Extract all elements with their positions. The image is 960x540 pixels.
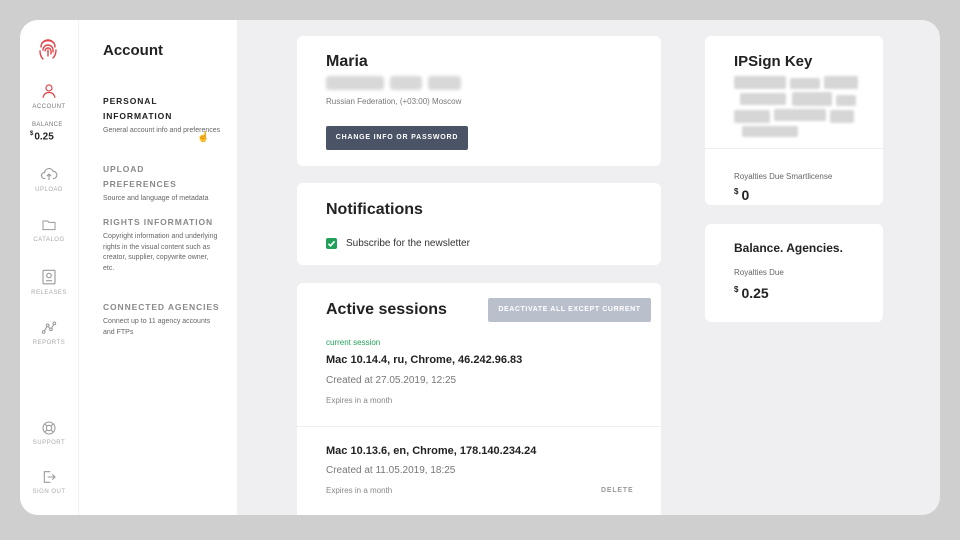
session-title: Mac 10.14.4, ru, Chrome, 46.242.96.83 xyxy=(326,354,523,366)
session-expires: Expires in a month xyxy=(326,396,393,405)
section-connected-agencies[interactable]: CONNECTED AGENCIES Connect up to 11 agen… xyxy=(103,300,221,338)
page-title: Account xyxy=(103,42,163,59)
nav-reports[interactable]: REPORTS xyxy=(20,320,78,346)
royalties-smartlicense-value: $0 xyxy=(734,187,750,203)
icon-rail: ACCOUNT BALANCE $0.25 UPLOAD CATALOG REL… xyxy=(20,20,78,515)
app-window: ACCOUNT BALANCE $0.25 UPLOAD CATALOG REL… xyxy=(20,20,940,515)
balance-agencies-card: Balance. Agencies. Royalties Due $0.25 xyxy=(705,224,883,322)
section-rights-information[interactable]: RIGHTS INFORMATION Copyright information… xyxy=(103,215,221,274)
check-icon xyxy=(327,240,336,247)
section-title: CONNECTED AGENCIES xyxy=(103,302,220,312)
royalties-due-label: Royalties Due xyxy=(734,268,784,277)
ipsign-title: IPSign Key xyxy=(734,53,813,70)
nav-support-label: SUPPORT xyxy=(32,440,66,446)
section-personal-information[interactable]: PERSONAL INFORMATION General account inf… xyxy=(103,94,221,137)
section-desc: Copyright information and underlying rig… xyxy=(103,233,218,272)
nav-upload[interactable]: UPLOAD xyxy=(20,165,78,193)
folder-icon xyxy=(42,220,56,231)
fingerprint-icon[interactable] xyxy=(36,38,60,62)
balance-agencies-title: Balance. Agencies. xyxy=(734,241,843,255)
royalties-smartlicense-label: Royalties Due Smartlicense xyxy=(734,172,833,181)
balance-label: BALANCE xyxy=(32,122,63,128)
sessions-title: Active sessions xyxy=(326,301,447,318)
settings-panel: Account PERSONAL INFORMATION General acc… xyxy=(78,20,237,515)
nav-catalog[interactable]: CATALOG xyxy=(20,217,78,243)
card-divider xyxy=(705,148,883,149)
delete-session-button[interactable]: DELETE xyxy=(601,487,633,494)
profile-location: Russian Federation, (+03:00) Moscow xyxy=(326,97,462,106)
nav-sign-out-label: SIGN OUT xyxy=(32,489,66,495)
sign-out-icon xyxy=(43,471,56,483)
section-upload-preferences[interactable]: UPLOAD PREFERENCES Source and language o… xyxy=(103,162,221,205)
nav-sign-out[interactable]: SIGN OUT xyxy=(20,469,78,495)
deactivate-all-button[interactable]: DEACTIVATE ALL EXCEPT CURRENT xyxy=(488,298,651,322)
section-desc: Source and language of metadata xyxy=(103,195,209,202)
newsletter-checkbox[interactable] xyxy=(326,238,337,249)
redacted-key xyxy=(734,76,858,138)
nav-account[interactable]: ACCOUNT xyxy=(20,82,78,110)
newsletter-label[interactable]: Subscribe for the newsletter xyxy=(346,238,470,249)
profile-name: Maria xyxy=(326,53,368,70)
session-created: Created at 27.05.2019, 12:25 xyxy=(326,375,457,386)
session-expires: Expires in a month xyxy=(326,486,393,495)
cloud-upload-icon xyxy=(41,168,58,180)
session-title: Mac 10.13.6, en, Chrome, 178.140.234.24 xyxy=(326,445,537,457)
change-info-button[interactable]: CHANGE INFO OR PASSWORD xyxy=(326,126,468,150)
release-icon xyxy=(42,269,56,285)
section-desc: Connect up to 11 agency accounts and FTP… xyxy=(103,318,211,336)
graph-icon xyxy=(41,321,57,334)
section-title: UPLOAD PREFERENCES xyxy=(103,164,177,189)
ipsign-key-card: IPSign Key Royalties Due Smartlicense $0 xyxy=(705,36,883,205)
lifebuoy-icon xyxy=(42,421,56,435)
nav-reports-label: REPORTS xyxy=(32,340,66,346)
sessions-card: Active sessions DEACTIVATE ALL EXCEPT CU… xyxy=(297,283,661,515)
nav-upload-label: UPLOAD xyxy=(35,187,63,193)
current-session-label: current session xyxy=(326,338,381,347)
nav-releases[interactable]: RELEASES xyxy=(20,268,78,296)
section-title: PERSONAL INFORMATION xyxy=(103,96,173,121)
redacted-email xyxy=(326,76,461,92)
profile-card: Maria Russian Federation, (+03:00) Mosco… xyxy=(297,36,661,166)
nav-account-label: ACCOUNT xyxy=(32,104,66,110)
hand-cursor-icon: ☝ xyxy=(197,132,210,143)
nav-releases-label: RELEASES xyxy=(31,290,67,296)
user-icon xyxy=(42,84,56,98)
session-created: Created at 11.05.2019, 18:25 xyxy=(326,465,456,476)
balance-value: $0.25 xyxy=(30,131,54,143)
royalties-due-value: $0.25 xyxy=(734,285,769,301)
session-divider xyxy=(297,426,661,427)
section-title: RIGHTS INFORMATION xyxy=(103,217,214,227)
nav-catalog-label: CATALOG xyxy=(33,237,65,243)
nav-support[interactable]: SUPPORT xyxy=(20,420,78,446)
notifications-title: Notifications xyxy=(326,201,423,218)
notifications-card: Notifications Subscribe for the newslett… xyxy=(297,183,661,265)
